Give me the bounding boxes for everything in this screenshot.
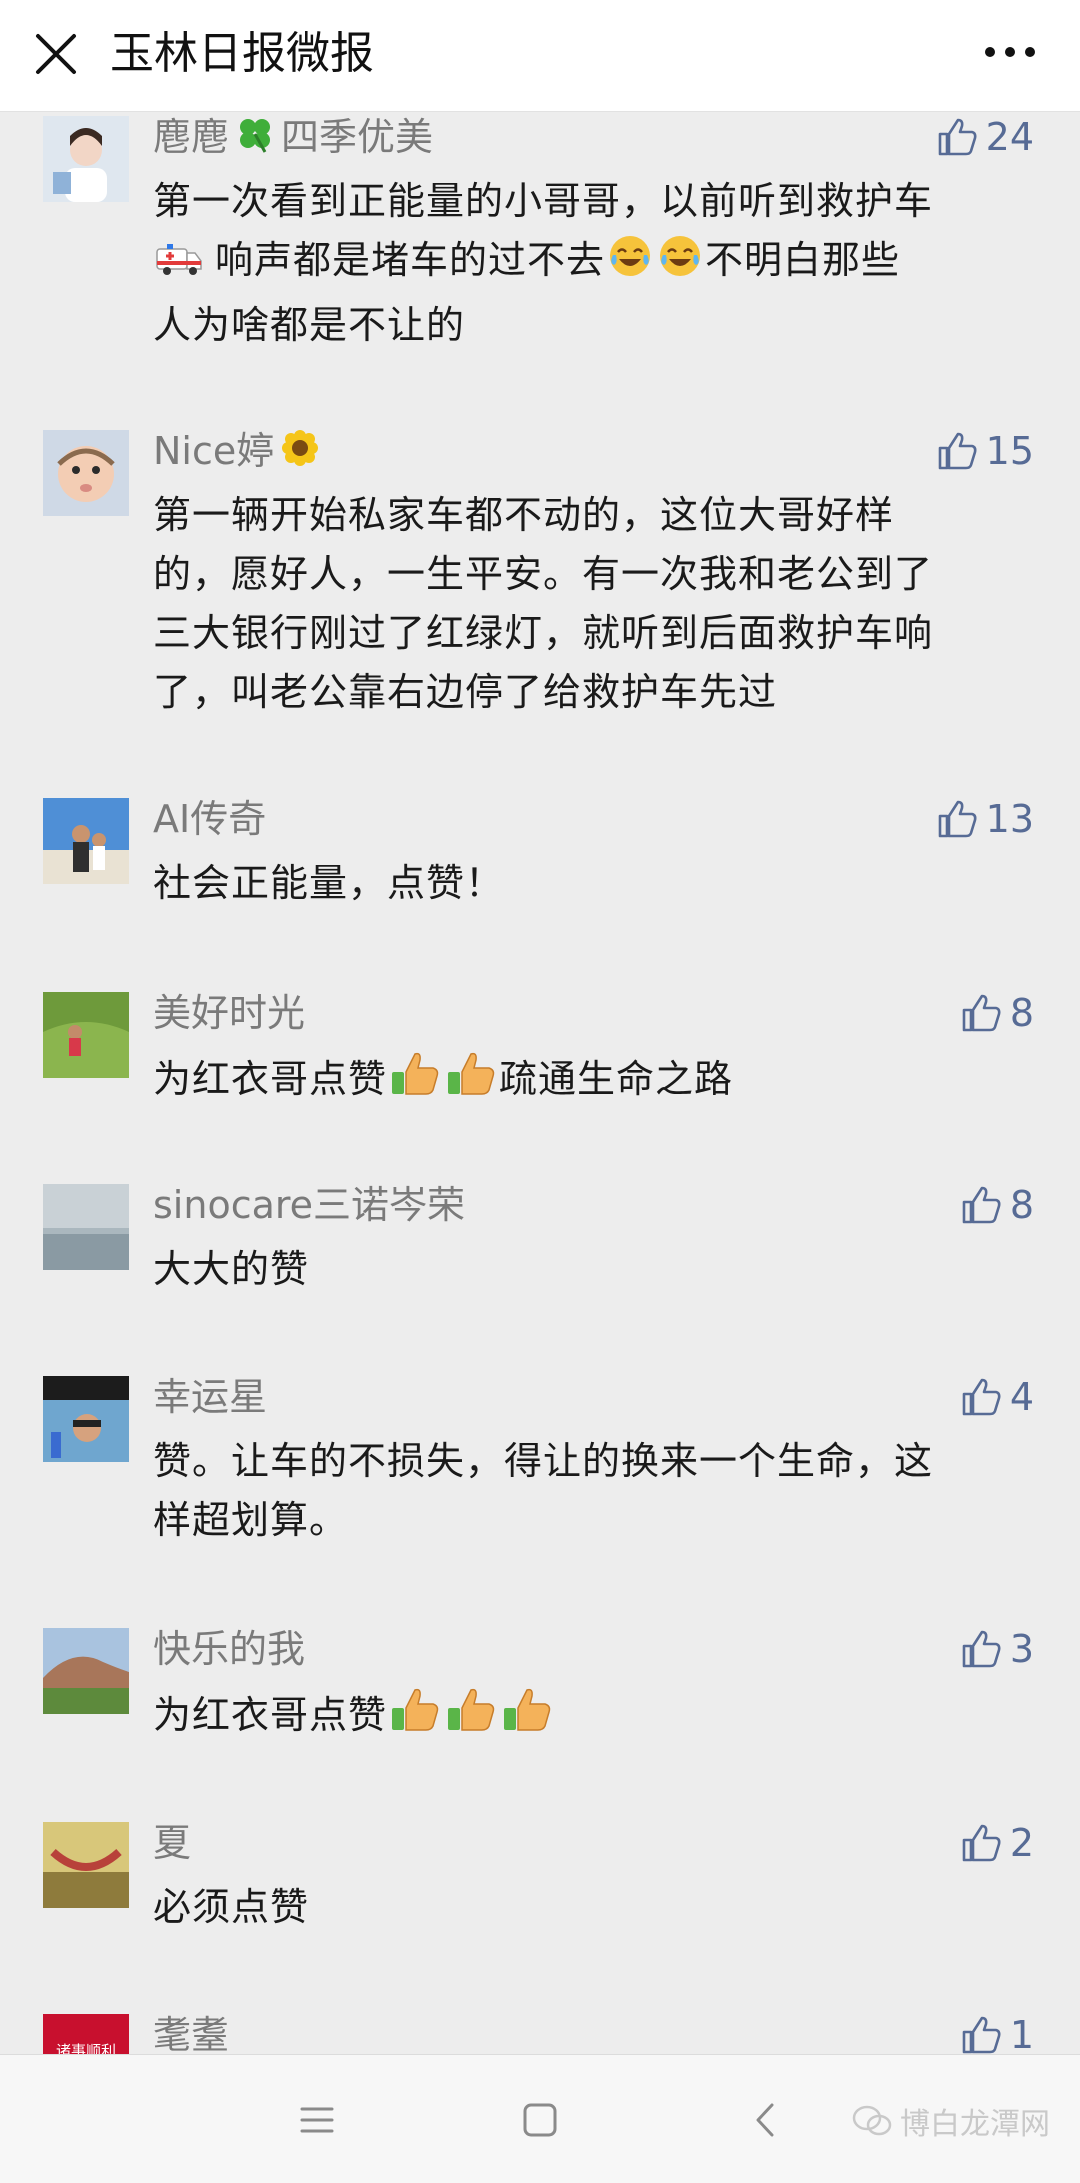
like-button[interactable]: 2 <box>960 1818 1034 1868</box>
system-nav-bar: 博白龙潭网 <box>0 2054 1080 2183</box>
comment-nickname: 耄耋 <box>153 2013 230 2054</box>
like-button[interactable]: 13 <box>936 794 1034 844</box>
like-button[interactable]: 3 <box>960 1624 1034 1674</box>
tears-of-joy-emoji-icon <box>657 233 703 296</box>
avatar[interactable] <box>43 430 129 516</box>
thumbs-up-emoji-icon <box>389 1684 441 1751</box>
comment-list[interactable]: 麀麀 四季优美 24 第一次看到正能量的小哥哥，以前听到救护车 响声都是堵车的过不… <box>0 112 1080 2054</box>
like-count: 2 <box>1009 1821 1034 1865</box>
like-count: 15 <box>985 429 1034 473</box>
comment-line: 必须点赞 <box>153 1885 310 1929</box>
comment-line: 的，愿好人，一生平安。有一次我和老公到了 <box>153 552 934 596</box>
comment-nickname: 美好时光 <box>153 991 306 1035</box>
avatar[interactable] <box>43 1822 129 1908</box>
nickname-suffix: 四季优美 <box>281 115 434 159</box>
top-bar: 玉林日报微报 <box>0 0 1080 112</box>
wechat-icon <box>852 2105 892 2136</box>
watermark-text: 博白龙潭网 <box>900 2107 1050 2142</box>
avatar-text: 诸事顺利 <box>55 2042 116 2054</box>
comment-line: 不明白那些 <box>705 238 901 282</box>
comment-text: 赞。让车的不损失，得让的换来一个生命，这 样超划算。 <box>153 1432 1033 1550</box>
comment-line: 为红衣哥点赞 <box>153 1057 388 1101</box>
avatar[interactable] <box>43 1376 129 1462</box>
avatar[interactable] <box>43 116 129 202</box>
comment-nickname: Nice婷 <box>153 426 320 480</box>
like-count: 8 <box>1009 1183 1034 1227</box>
comment-line: 社会正能量，点赞！ <box>153 861 505 905</box>
comment-line: 为红衣哥点赞 <box>153 1693 388 1737</box>
like-count: 24 <box>985 115 1034 159</box>
like-button[interactable]: 1 <box>960 2010 1034 2054</box>
ambulance-emoji-icon <box>155 237 203 296</box>
four-leaf-clover-icon <box>235 114 275 166</box>
avatar[interactable] <box>43 1184 129 1270</box>
comment-line: 第一辆开始私家车都不动的，这位大哥好样 <box>153 493 895 537</box>
sunflower-icon <box>280 428 320 480</box>
like-button[interactable]: 4 <box>960 1372 1034 1422</box>
tears-of-joy-emoji-icon <box>607 233 653 296</box>
nickname-text: 麀麀 <box>153 115 230 159</box>
comment-text: 为红衣哥点赞 <box>153 1684 1033 1751</box>
comment-nickname: sinocare三诺岑荣 <box>153 1183 466 1227</box>
comment-line: 人为啥都是不让的 <box>153 303 466 347</box>
like-count: 8 <box>1009 991 1034 1035</box>
close-icon[interactable] <box>30 28 82 80</box>
like-button[interactable]: 24 <box>936 112 1034 162</box>
comment-line: 样超划算。 <box>153 1498 349 1542</box>
comment-line: 三大银行刚过了红绿灯，就听到后面救护车响 <box>153 611 934 655</box>
like-count: 1 <box>1009 2013 1034 2054</box>
comment-nickname: 幸运星 <box>153 1375 268 1419</box>
like-button[interactable]: 8 <box>960 988 1034 1038</box>
avatar[interactable] <box>43 992 129 1078</box>
comment-line: 疏通生命之路 <box>499 1057 734 1101</box>
like-button[interactable]: 8 <box>960 1180 1034 1230</box>
watermark: 博白龙潭网 <box>852 2099 1050 2143</box>
comment-text: 第一辆开始私家车都不动的，这位大哥好样 的，愿好人，一生平安。有一次我和老公到了… <box>153 486 1033 722</box>
back-chevron-icon[interactable] <box>742 2095 792 2145</box>
comment-line: 赞。让车的不损失，得让的换来一个生命，这 <box>153 1439 934 1483</box>
avatar[interactable] <box>43 1628 129 1714</box>
comment-nickname: 快乐的我 <box>153 1627 306 1671</box>
comment-text: 第一次看到正能量的小哥哥，以前听到救护车 响声都是堵车的过不去 不明白那些 人为啥… <box>153 172 1033 355</box>
thumbs-up-emoji-icon <box>445 1684 497 1751</box>
like-count: 4 <box>1009 1375 1034 1419</box>
page-title: 玉林日报微报 <box>110 28 374 79</box>
nickname-text: Nice婷 <box>153 429 275 473</box>
like-count: 13 <box>985 797 1034 841</box>
comment-text: 大大的赞 <box>153 1240 1033 1299</box>
like-button[interactable]: 15 <box>936 426 1034 476</box>
comment-line: 了，叫老公靠右边停了给救护车先过 <box>153 670 778 714</box>
thumbs-up-emoji-icon <box>501 1684 553 1751</box>
avatar[interactable] <box>43 798 129 884</box>
more-dots-icon[interactable] <box>978 28 1042 76</box>
home-square-icon[interactable] <box>515 2095 565 2145</box>
menu-icon[interactable] <box>292 2095 342 2145</box>
comment-line: 响声都是堵车的过不去 <box>215 238 606 282</box>
comment-line: 大大的赞 <box>153 1247 310 1291</box>
comment-nickname: 麀麀 四季优美 <box>153 112 433 166</box>
comment-nickname: 夏 <box>153 1821 192 1865</box>
thumbs-up-emoji-icon <box>389 1048 441 1115</box>
comment-line: 第一次看到正能量的小哥哥，以前听到救护车 <box>153 179 934 223</box>
comment-nickname: AI传奇 <box>153 797 267 841</box>
comment-text: 社会正能量，点赞！ <box>153 854 1033 913</box>
thumbs-up-emoji-icon <box>445 1048 497 1115</box>
like-count: 3 <box>1009 1627 1034 1671</box>
avatar[interactable]: 诸事顺利 <box>43 2014 129 2054</box>
comment-text: 必须点赞 <box>153 1878 1033 1937</box>
comment-text: 为红衣哥点赞 疏通生命之路 <box>153 1048 1033 1115</box>
